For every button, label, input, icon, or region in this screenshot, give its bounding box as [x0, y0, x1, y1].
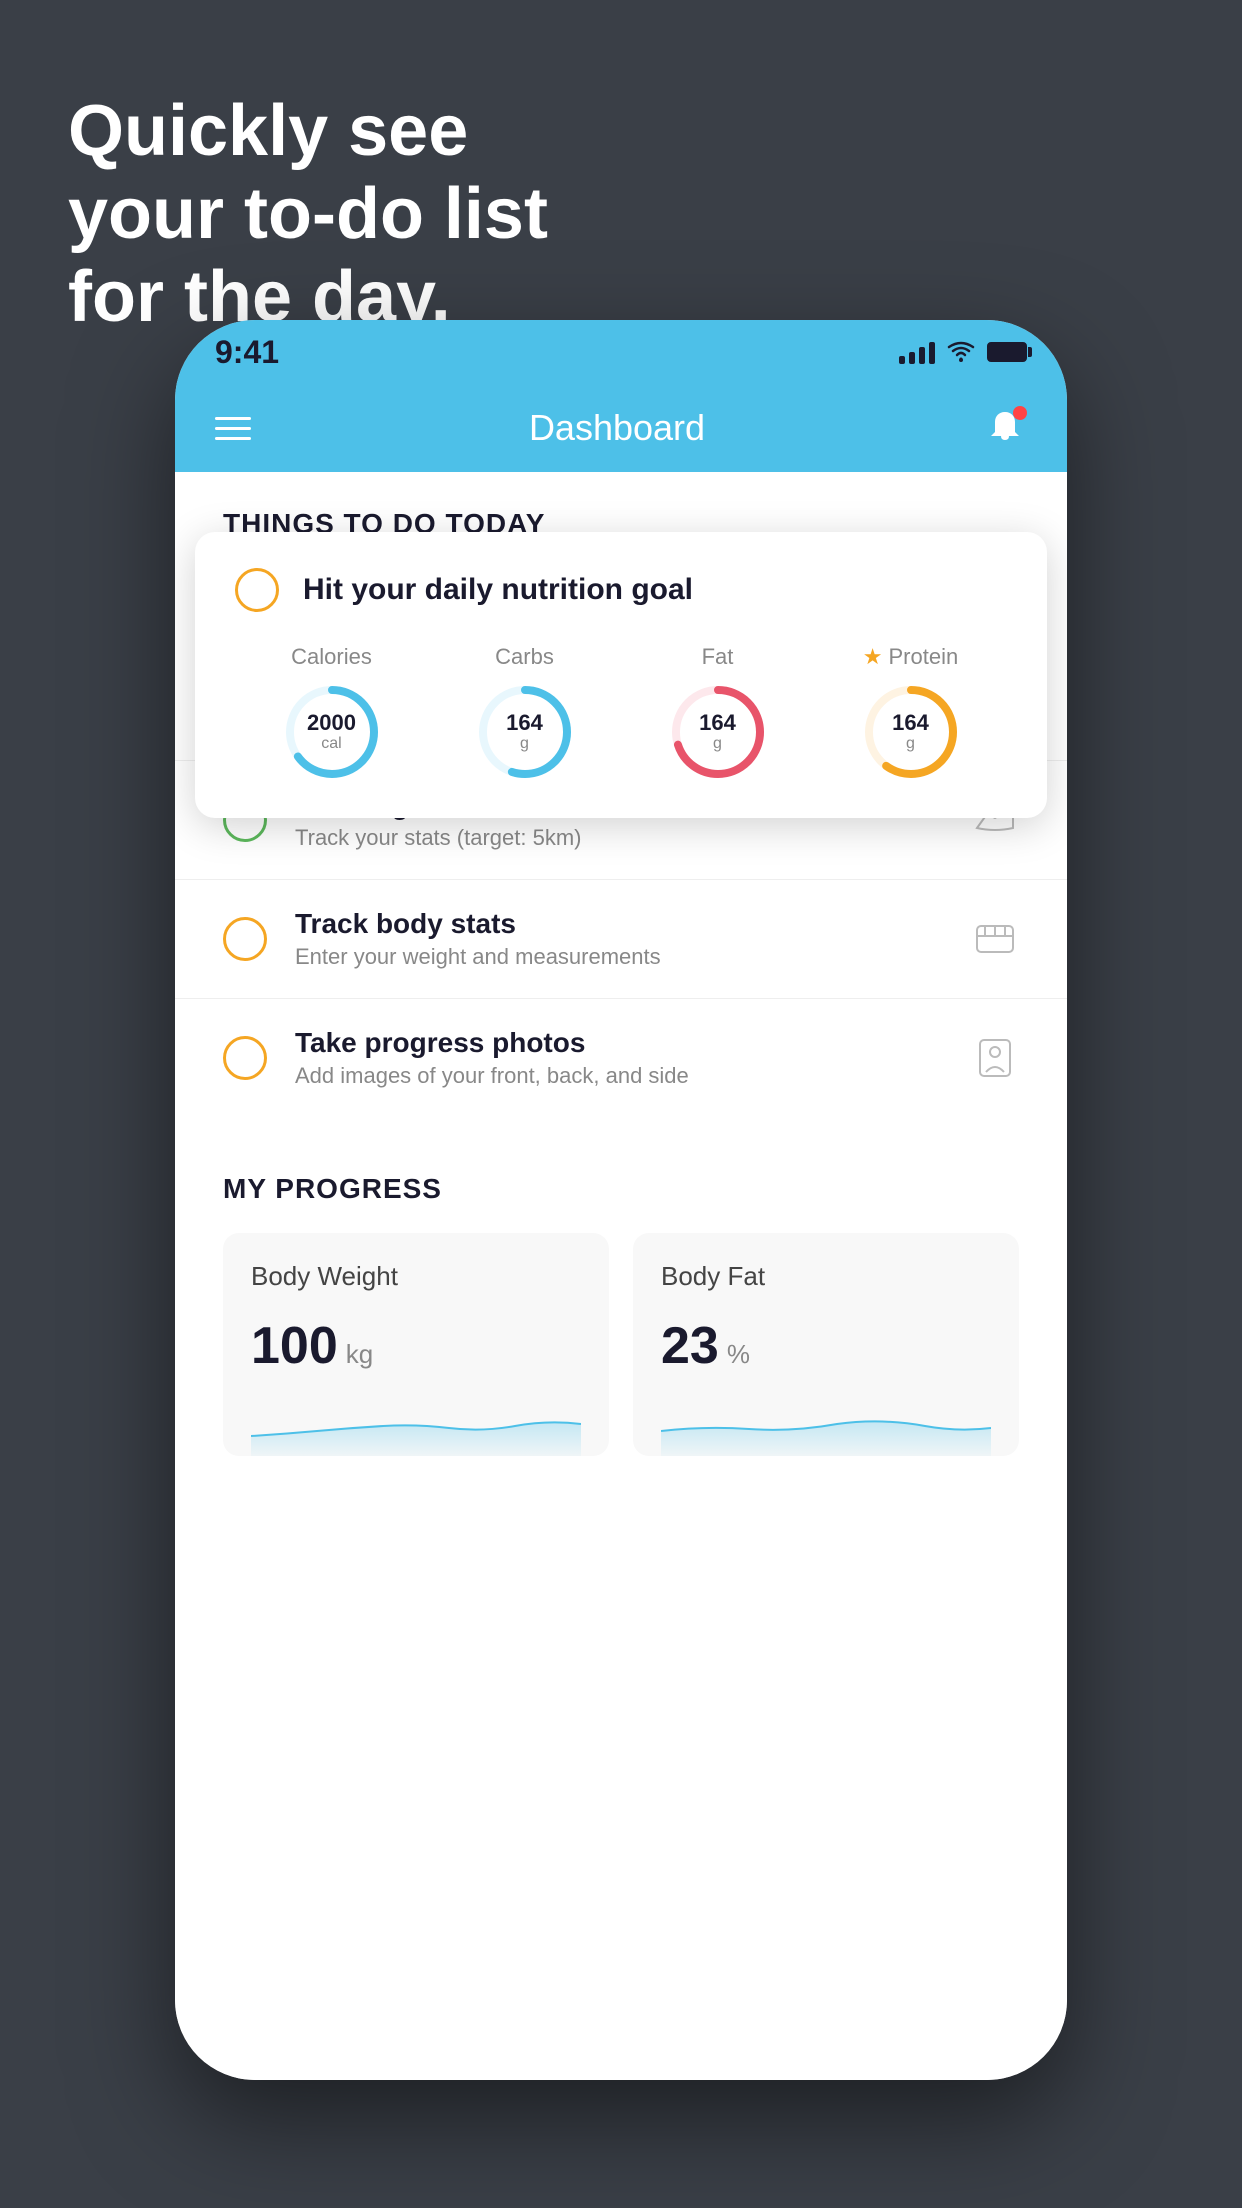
- status-bar: 9:41: [175, 320, 1067, 384]
- body-stats-title: Track body stats: [295, 908, 943, 940]
- body-fat-card[interactable]: Body Fat 23 %: [633, 1233, 1019, 1456]
- calories-value: 2000: [307, 711, 356, 735]
- running-subtitle: Track your stats (target: 5km): [295, 825, 943, 851]
- stat-calories: Calories 2000 cal: [282, 644, 382, 782]
- photos-text: Take progress photos Add images of your …: [295, 1027, 943, 1089]
- photos-circle: [223, 1036, 267, 1080]
- protein-label-text: Protein: [889, 644, 959, 670]
- body-fat-chart: [661, 1396, 991, 1456]
- body-weight-card-title: Body Weight: [251, 1261, 581, 1292]
- notification-dot: [1013, 406, 1027, 420]
- nutrition-stats-row: Calories 2000 cal Carbs: [235, 644, 1007, 782]
- calories-label: Calories: [291, 644, 372, 670]
- fat-label: Fat: [702, 644, 734, 670]
- body-stats-subtitle: Enter your weight and measurements: [295, 944, 943, 970]
- nutrition-check-circle[interactable]: [235, 568, 279, 612]
- body-fat-card-title: Body Fat: [661, 1261, 991, 1292]
- header-title: Dashboard: [529, 407, 705, 449]
- progress-cards-row: Body Weight 100 kg: [223, 1233, 1019, 1456]
- body-weight-chart: [251, 1396, 581, 1456]
- status-icons: [899, 340, 1027, 364]
- protein-label: ★ Protein: [863, 644, 958, 670]
- fat-unit: g: [699, 735, 736, 753]
- carbs-value: 164: [506, 711, 543, 735]
- fat-ring: 164 g: [668, 682, 768, 782]
- calories-unit: cal: [307, 735, 356, 753]
- nutrition-card: Hit your daily nutrition goal Calories 2…: [195, 532, 1047, 818]
- nutrition-card-title: Hit your daily nutrition goal: [303, 573, 693, 607]
- person-icon: [971, 1034, 1019, 1082]
- wifi-icon: [947, 341, 975, 363]
- body-fat-value: 23: [661, 1316, 719, 1376]
- protein-star-icon: ★: [863, 644, 883, 670]
- carbs-ring: 164 g: [475, 682, 575, 782]
- protein-value: 164: [892, 711, 929, 735]
- body-weight-value-row: 100 kg: [251, 1316, 581, 1376]
- stat-fat: Fat 164 g: [668, 644, 768, 782]
- content-area: THINGS TO DO TODAY Hit your daily nutrit…: [175, 472, 1067, 2080]
- nutrition-card-title-row: Hit your daily nutrition goal: [235, 568, 1007, 612]
- photos-title: Take progress photos: [295, 1027, 943, 1059]
- protein-unit: g: [892, 735, 929, 753]
- headline-line2: your to-do list: [68, 174, 548, 254]
- app-headline: Quickly see your to-do list for the day.: [68, 90, 548, 338]
- scale-icon: [971, 915, 1019, 963]
- app-header: Dashboard: [175, 384, 1067, 472]
- carbs-unit: g: [506, 735, 543, 753]
- todo-item-body-stats[interactable]: Track body stats Enter your weight and m…: [175, 879, 1067, 998]
- calories-ring: 2000 cal: [282, 682, 382, 782]
- battery-icon: [987, 342, 1027, 362]
- photos-subtitle: Add images of your front, back, and side: [295, 1063, 943, 1089]
- protein-ring: 164 g: [861, 682, 961, 782]
- body-weight-unit: kg: [346, 1339, 373, 1370]
- body-stats-circle: [223, 917, 267, 961]
- stat-carbs: Carbs 164 g: [475, 644, 575, 782]
- fat-value: 164: [699, 711, 736, 735]
- body-weight-value: 100: [251, 1316, 338, 1376]
- body-stats-text: Track body stats Enter your weight and m…: [295, 908, 943, 970]
- body-fat-unit: %: [727, 1339, 750, 1370]
- carbs-label: Carbs: [495, 644, 554, 670]
- progress-section: MY PROGRESS Body Weight 100 kg: [175, 1137, 1067, 1456]
- progress-section-header: MY PROGRESS: [223, 1173, 1019, 1205]
- body-fat-value-row: 23 %: [661, 1316, 991, 1376]
- stat-protein: ★ Protein 164 g: [861, 644, 961, 782]
- phone-frame: 9:41 Dashboard: [175, 320, 1067, 2080]
- todo-item-progress-photos[interactable]: Take progress photos Add images of your …: [175, 998, 1067, 1117]
- signal-icon: [899, 340, 935, 364]
- notification-bell-icon[interactable]: [983, 406, 1027, 450]
- status-time: 9:41: [215, 334, 279, 371]
- headline-line1: Quickly see: [68, 91, 468, 171]
- body-weight-card[interactable]: Body Weight 100 kg: [223, 1233, 609, 1456]
- hamburger-menu[interactable]: [215, 417, 251, 440]
